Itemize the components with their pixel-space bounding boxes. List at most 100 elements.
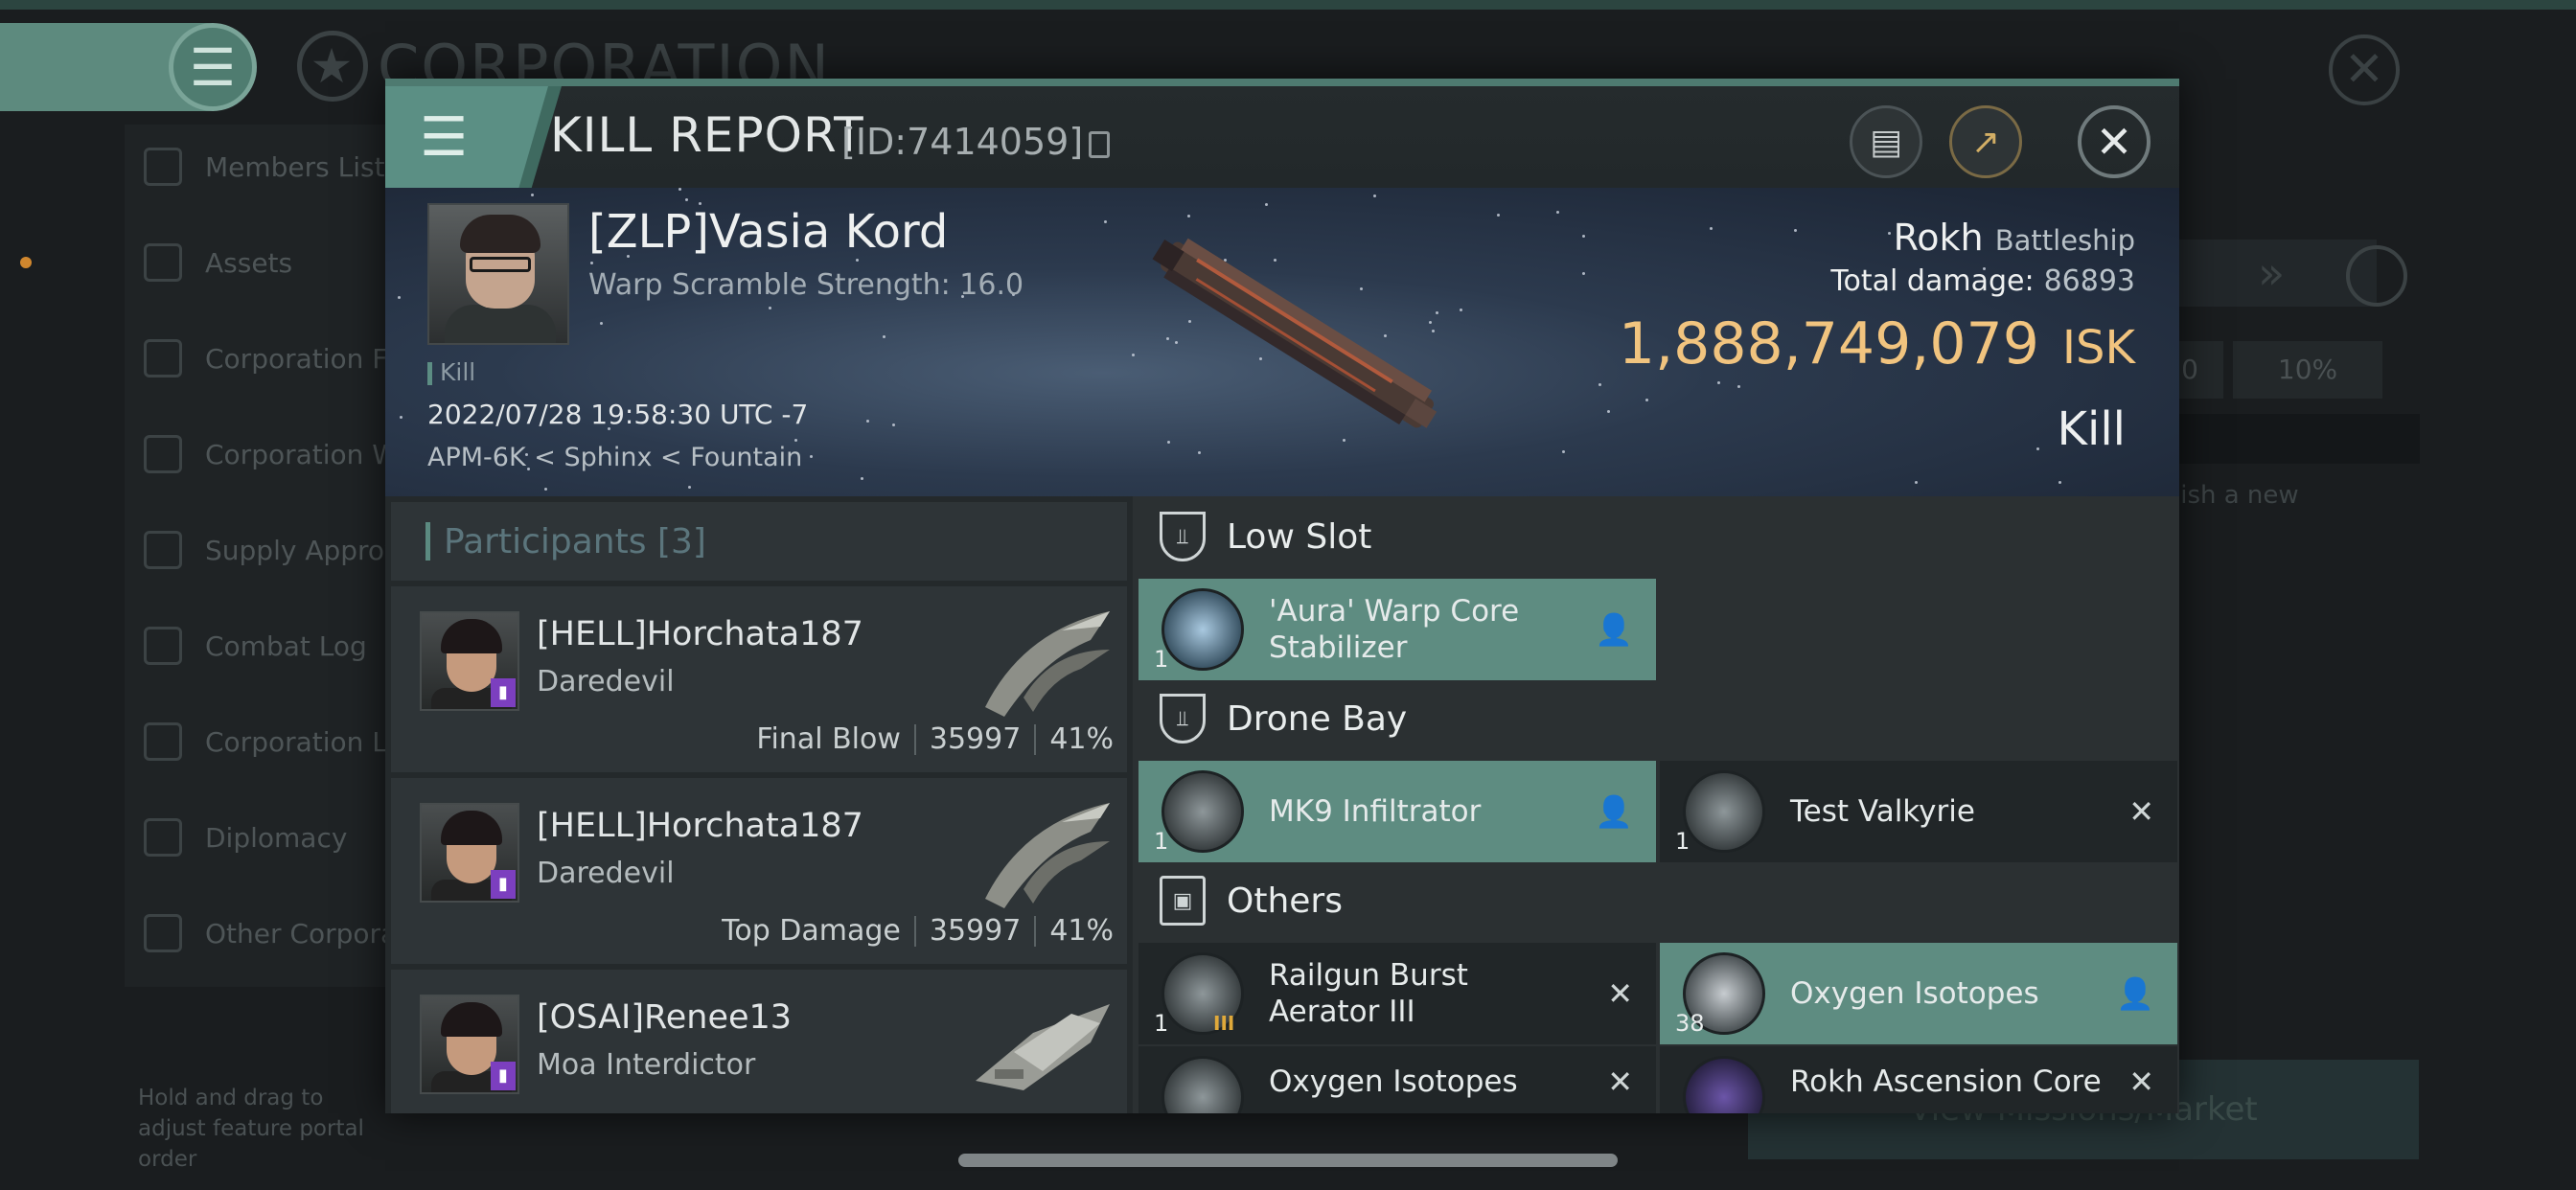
item-qty: 38: [1675, 1010, 1705, 1037]
isk-value: 1,888,749,079 ISK: [1619, 310, 2135, 378]
clipboard-icon: ▤: [1869, 122, 1902, 162]
star-dot: [685, 198, 688, 201]
ascension-core-icon: [1683, 1056, 1765, 1113]
ship-name: Rokh: [1893, 217, 1984, 259]
warp-scramble-strength: Warp Scramble Strength: 16.0: [588, 268, 1024, 302]
star-dot: [688, 486, 691, 489]
bg-sidebar-item-logs[interactable]: Corporation Lo: [144, 713, 403, 770]
bg-sidebar-item-facilities[interactable]: Corporation Fa: [144, 330, 402, 387]
item-qty: 1: [1154, 1010, 1169, 1037]
isk-unit: ISK: [2061, 321, 2135, 375]
bg-sidebar-item-diplomacy[interactable]: Diplomacy: [144, 809, 347, 866]
section-drone-bay: ⫫ Drone Bay: [1138, 678, 2174, 759]
victim-portrait[interactable]: [427, 203, 569, 345]
clipboard-button[interactable]: ▤: [1850, 105, 1922, 178]
item-slot[interactable]: 1 MK9 Infiltrator 👤: [1138, 761, 1656, 862]
other-corp-icon: [144, 914, 182, 952]
share-button[interactable]: ↗: [1949, 105, 2022, 178]
item-slot[interactable]: 1 Test Valkyrie ✕: [1660, 761, 2177, 862]
daredevil-ship-icon: [985, 611, 1110, 717]
bg-hamburger-icon[interactable]: ☰: [169, 23, 257, 111]
victim-name[interactable]: [ZLP]Vasia Kord: [588, 205, 948, 259]
ship-class: Battleship: [1994, 224, 2135, 257]
bg-sidebar-item-other-corp[interactable]: Other Corporat: [144, 904, 407, 962]
star-dot: [1717, 381, 1720, 384]
victim-banner: [ZLP]Vasia Kord Warp Scramble Strength: …: [385, 188, 2179, 496]
bg-publish-text: lish a new: [2174, 481, 2299, 510]
item-qty: 1: [1154, 828, 1169, 855]
participant-avatar[interactable]: ▮: [420, 611, 519, 711]
bg-tax-field[interactable]: 10%: [2233, 341, 2382, 399]
kill-date: 2022/07/28 19:58:30 UTC -7: [427, 399, 809, 430]
participant-ship: Moa Interdictor: [537, 1048, 756, 1082]
warp-core-stabilizer-icon: [1162, 588, 1244, 671]
participant-name: [OSAI]Renee13: [537, 998, 793, 1037]
notification-dot: [20, 257, 32, 268]
valkyrie-drone-icon: [1683, 770, 1765, 853]
section-low-slot: ⫫ Low Slot: [1138, 496, 2174, 577]
bg-sidebar-item-assets[interactable]: Assets: [144, 234, 292, 291]
corp-star-icon: ★: [297, 31, 368, 102]
star-dot: [1104, 220, 1107, 223]
participant-row[interactable]: ▮ [HELL]Horchata187 Daredevil Final Blow…: [391, 586, 1127, 772]
bg-sidebar-label: Members List: [205, 150, 385, 183]
section-others: ▣ Others: [1138, 860, 2174, 941]
bg-sidebar-label: Combat Log: [205, 629, 367, 662]
report-id[interactable]: [ID:7414059]: [841, 121, 1111, 163]
bg-sidebar-label: Other Corporat: [205, 917, 408, 950]
star-dot: [1265, 203, 1268, 206]
pilot-badge-icon: ▮: [491, 870, 516, 899]
total-damage: Total damage: 86893: [1830, 264, 2135, 298]
item-slot[interactable]: III 1 Railgun Burst Aerator III ✕: [1138, 943, 1656, 1044]
item-name: Oxygen Isotopes: [1269, 1064, 1518, 1099]
home-indicator[interactable]: [958, 1154, 1618, 1167]
facilities-icon: [144, 339, 182, 378]
participant-role: Final Blow: [756, 722, 901, 756]
close-icon: ✕: [2095, 116, 2133, 168]
star-dot: [600, 322, 603, 325]
bg-sidebar-item-wallet[interactable]: Corporation Wa: [144, 425, 413, 483]
item-qty: 1: [1154, 646, 1169, 673]
item-name: Test Valkyrie: [1790, 794, 1975, 829]
participant-row[interactable]: ▮ [OSAI]Renee13 Moa Interdictor: [391, 970, 1127, 1113]
star-dot: [1562, 450, 1565, 453]
destroyed-x-icon: ✕: [1607, 975, 1633, 1012]
bg-input-bar[interactable]: [2175, 414, 2420, 464]
rokh-ship-image[interactable]: [1114, 222, 1478, 452]
participant-row[interactable]: ▮ [HELL]Horchata187 Daredevil Top Damage…: [391, 778, 1127, 964]
section-title: Others: [1227, 881, 1343, 921]
moa-ship-icon: [976, 1004, 1110, 1090]
members-icon: [144, 148, 182, 186]
item-slot[interactable]: Rokh Ascension Core ✕: [1660, 1046, 2177, 1113]
bg-sidebar-item-combat-log[interactable]: Combat Log: [144, 617, 367, 675]
participants-panel: Participants [3] ▮ [HELL]Horchata187 Dar…: [385, 496, 1133, 1113]
participant-avatar[interactable]: ▮: [420, 803, 519, 903]
bg-sidebar-label: Corporation Wa: [205, 438, 414, 470]
bg-sidebar-item-supply[interactable]: Supply Approva: [144, 521, 417, 579]
star-dot: [1645, 399, 1648, 401]
item-slot[interactable]: Oxygen Isotopes ✕: [1138, 1046, 1656, 1113]
result-label: Kill: [2057, 402, 2126, 456]
item-slot[interactable]: 1 'Aura' Warp Core Stabilizer 👤: [1138, 579, 1656, 680]
victim-ship: Rokh Battleship: [1894, 217, 2135, 259]
kill-location[interactable]: APM-6K < Sphinx < Fountain: [427, 443, 802, 472]
star-dot: [1187, 215, 1190, 217]
star-dot: [861, 477, 863, 480]
close-button[interactable]: ✕: [2078, 105, 2150, 178]
infiltrator-drone-icon: [1162, 770, 1244, 853]
pilot-badge-icon: ▮: [491, 678, 516, 707]
bg-double-chevron-icon[interactable]: »: [2258, 247, 2285, 299]
star-dot: [769, 307, 771, 309]
bg-external-link-icon[interactable]: [2346, 245, 2407, 307]
cargo-box-icon: ▣: [1160, 876, 1206, 926]
top-bar: [0, 0, 2576, 10]
copy-icon[interactable]: [1089, 130, 1111, 158]
participant-avatar[interactable]: ▮: [420, 995, 519, 1094]
bg-close-icon[interactable]: ✕: [2329, 34, 2400, 105]
star-dot: [398, 296, 401, 299]
bg-sidebar-item-members[interactable]: Members List: [144, 138, 385, 195]
star-dot: [1497, 214, 1500, 217]
item-slot[interactable]: 38 Oxygen Isotopes 👤: [1660, 943, 2177, 1044]
star-dot: [2058, 481, 2061, 484]
star-dot: [1794, 229, 1797, 232]
